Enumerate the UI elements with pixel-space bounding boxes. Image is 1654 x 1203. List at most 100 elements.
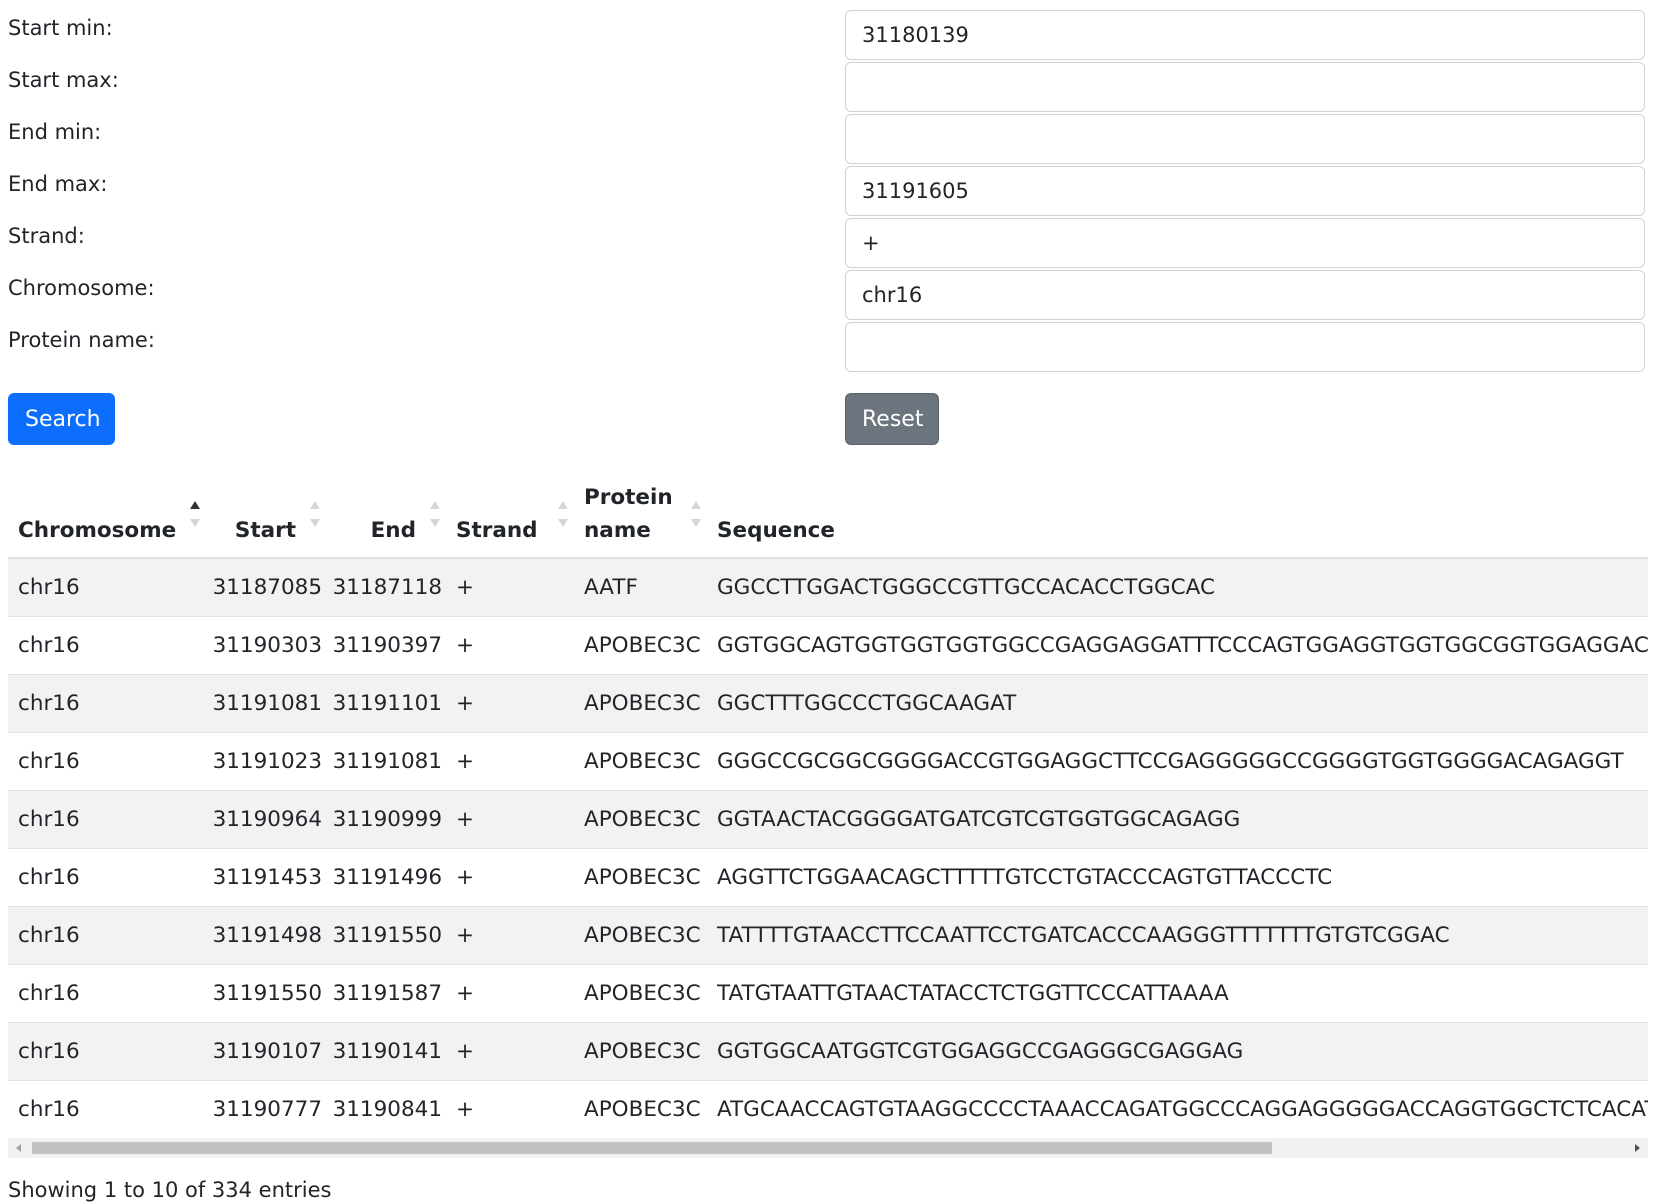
cell-sequence: GGCTTTGGCCCTGGCAAGAT [707,674,1648,733]
protein-name-input[interactable] [845,322,1645,372]
cell-end: 31190141 [326,1022,446,1081]
column-header-protein-name[interactable]: Protein name [574,470,707,559]
cell-sequence: GGTGGCAATGGTCGTGGAGGCCGAGGGCGAGGAG [707,1022,1648,1081]
column-header-label: Protein name [584,485,673,543]
cell-end: 31187118 [326,558,446,617]
filter-row-start-max: Start max: [8,62,1648,112]
cell-protein-name: APOBEC3C [574,848,707,907]
cell-protein-name: APOBEC3C [574,1022,707,1081]
table-row: chr16 31190777 31190841 + APOBEC3C ATGCA… [8,1080,1648,1139]
cell-protein-name: APOBEC3C [574,964,707,1023]
cell-chromosome: chr16 [8,558,206,617]
table-row: chr16 31191453 31191496 + APOBEC3C AGGTT… [8,848,1648,907]
cell-start: 31190777 [206,1080,326,1139]
cell-end: 31191496 [326,848,446,907]
filter-row-start-min: Start min: [8,10,1648,60]
table-row: chr16 31190107 31190141 + APOBEC3C GGTGG… [8,1022,1648,1081]
cell-sequence: TATGTAATTGTAACTATACCTCTGGTTCCCATTAAAA [707,964,1648,1023]
cell-chromosome: chr16 [8,674,206,733]
sort-icon [430,501,440,527]
start-max-input[interactable] [845,62,1645,112]
cell-end: 31190999 [326,790,446,849]
cell-sequence: ATGCAACCAGTGTAAGGCCCCTAAACCAGATGGCCCAGGA… [707,1080,1648,1139]
column-header-end[interactable]: End [326,470,446,559]
table-row: chr16 31191550 31191587 + APOBEC3C TATGT… [8,964,1648,1023]
scrollbar-thumb[interactable] [32,1142,1272,1154]
chromosome-input[interactable] [845,270,1645,320]
column-header-label: Sequence [717,518,835,543]
cell-strand: + [446,964,574,1023]
column-header-start[interactable]: Start [206,470,326,559]
filter-row-end-max: End max: [8,166,1648,216]
reset-button[interactable]: Reset [845,393,939,445]
cell-sequence: GGTAACTACGGGGATGATCGTCGTGGTGGCAGAGG [707,790,1648,849]
chromosome-label: Chromosome: [8,276,155,300]
table-row: chr16 31191081 31191101 + APOBEC3C GGCTT… [8,674,1648,733]
cell-start: 31190107 [206,1022,326,1081]
cell-chromosome: chr16 [8,964,206,1023]
end-max-label: End max: [8,172,108,196]
cell-end: 31191101 [326,674,446,733]
cell-strand: + [446,674,574,733]
cell-strand: + [446,558,574,617]
scroll-left-arrow-icon[interactable] [16,1144,21,1152]
column-header-label: Strand [456,518,538,543]
cell-start: 31191081 [206,674,326,733]
cell-chromosome: chr16 [8,906,206,965]
cell-protein-name: APOBEC3C [574,732,707,791]
sort-icon [691,501,701,527]
cell-start: 31190964 [206,790,326,849]
cell-sequence: GGCCTTGGACTGGGCCGTTGCCACACCTGGCAC [707,558,1648,617]
column-header-sequence: Sequence [707,470,1648,559]
column-header-strand[interactable]: Strand [446,470,574,559]
cell-sequence: AGGTTCTGGAACAGCTTTTTGTCCTGTACCCAGTGTTACC… [707,848,1648,907]
sort-icon [310,501,320,527]
column-header-label: Chromosome [18,518,177,543]
cell-chromosome: chr16 [8,732,206,791]
column-header-chromosome[interactable]: Chromosome [8,470,206,559]
cell-strand: + [446,790,574,849]
cell-sequence: GGGCCGCGGCGGGGACCGTGGAGGCTTCCGAGGGGGCCGG… [707,732,1648,791]
end-max-input[interactable] [845,166,1645,216]
sort-icon [558,501,568,527]
horizontal-scrollbar[interactable] [8,1138,1648,1158]
end-min-input[interactable] [845,114,1645,164]
results-table: Chromosome Start End Strand Protein name [8,470,1648,1139]
cell-start: 31191453 [206,848,326,907]
sort-ascending-icon [190,501,200,527]
cell-strand: + [446,616,574,675]
cell-sequence: GGTGGCAGTGGTGGTGGTGGCCGAGGAGGATTTCCCAGTG… [707,616,1648,675]
cell-start: 31191023 [206,732,326,791]
cell-start: 31190303 [206,616,326,675]
table-row: chr16 31190964 31190999 + APOBEC3C GGTAA… [8,790,1648,849]
start-min-input[interactable] [845,10,1645,60]
filter-row-chromosome: Chromosome: [8,270,1648,320]
search-button[interactable]: Search [8,393,115,445]
strand-label: Strand: [8,224,85,248]
results-table-container: Chromosome Start End Strand Protein name [8,470,1648,1152]
table-row: chr16 31191023 31191081 + APOBEC3C GGGCC… [8,732,1648,791]
cell-strand: + [446,1080,574,1139]
cell-protein-name: APOBEC3C [574,1080,707,1139]
cell-sequence: TATTTTGTAACCTTCCAATTCCTGATCACCCAAGGGTTTT… [707,906,1648,965]
cell-start: 31191498 [206,906,326,965]
cell-start: 31187085 [206,558,326,617]
table-body: chr16 31187085 31187118 + AATF GGCCTTGGA… [8,558,1648,1139]
table-row: chr16 31190303 31190397 + APOBEC3C GGTGG… [8,616,1648,675]
cell-chromosome: chr16 [8,790,206,849]
cell-protein-name: APOBEC3C [574,674,707,733]
cell-strand: + [446,1022,574,1081]
start-max-label: Start max: [8,68,119,92]
cell-end: 31191550 [326,906,446,965]
cell-chromosome: chr16 [8,1022,206,1081]
cell-chromosome: chr16 [8,616,206,675]
table-row: chr16 31187085 31187118 + AATF GGCCTTGGA… [8,558,1648,617]
cell-end: 31191587 [326,964,446,1023]
table-header-row: Chromosome Start End Strand Protein name [8,470,1648,559]
end-min-label: End min: [8,120,102,144]
strand-input[interactable] [845,218,1645,268]
cell-start: 31191550 [206,964,326,1023]
cell-protein-name: APOBEC3C [574,790,707,849]
cell-strand: + [446,906,574,965]
scroll-right-arrow-icon[interactable] [1635,1144,1640,1152]
